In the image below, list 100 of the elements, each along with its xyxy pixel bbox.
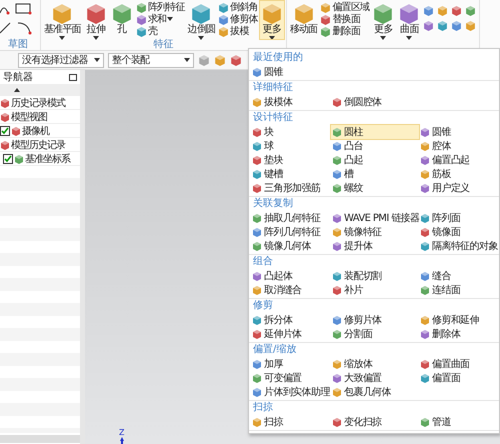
tree-item[interactable]: 模型视图 <box>0 110 80 124</box>
menu-item[interactable]: 取消缝合 <box>251 283 331 297</box>
menu-item[interactable]: 抽取几何特征 <box>251 211 331 225</box>
tree-item[interactable]: 历史记录模式 <box>0 96 80 110</box>
menu-item[interactable]: 阵列面 <box>419 211 497 225</box>
menu-item[interactable]: 大致偏置 <box>331 371 419 385</box>
ribbon-button[interactable]: 曲面 <box>397 1 422 39</box>
menu-item[interactable]: 凸台 <box>331 139 419 153</box>
section-heading: 修剪 <box>252 299 274 313</box>
menu-item[interactable]: 延伸片体 <box>251 327 331 341</box>
cube-icon <box>420 227 430 237</box>
ribbon-small-button[interactable]: 删除面 <box>320 25 370 37</box>
cube-icon <box>252 155 262 165</box>
cube-icon <box>136 14 147 24</box>
menu-item[interactable]: 包裹几何体 <box>331 385 419 399</box>
section-heading: 组合 <box>252 255 274 269</box>
menu-item[interactable]: 提升体 <box>331 239 419 253</box>
caret-icon <box>94 58 100 62</box>
menu-item[interactable]: 加厚 <box>251 357 331 371</box>
axis-label: Z <box>119 429 124 437</box>
menu-item[interactable]: 阵列几何特征 <box>251 225 331 239</box>
ribbon-button[interactable]: 基准平面 <box>43 1 82 39</box>
menu-item[interactable]: 凸起 <box>331 153 419 167</box>
menu-item[interactable]: 偏置曲面 <box>419 357 497 371</box>
ribbon-button[interactable]: 边倒圆 <box>186 1 216 39</box>
menu-item[interactable]: 拔模体 <box>251 95 331 109</box>
caret-icon <box>406 36 412 40</box>
menu-item[interactable]: 分割面 <box>331 327 419 341</box>
cube-icon <box>420 285 430 295</box>
cube-icon <box>420 141 430 151</box>
tree-item[interactable]: 模型历史记录 <box>0 138 80 152</box>
caret-icon <box>198 36 204 40</box>
ribbon-small-button[interactable]: 拔模 <box>218 25 258 37</box>
cube-icon <box>332 373 342 383</box>
scrollbar[interactable] <box>0 435 80 443</box>
menu-item[interactable]: 镜像面 <box>419 225 497 239</box>
menu-item[interactable]: 隔离特征的对象 <box>419 239 497 253</box>
menu-item[interactable]: 筋板 <box>419 167 497 181</box>
cube-icon <box>252 315 262 325</box>
menu-item[interactable]: 用户定义 <box>419 181 497 195</box>
menu-item[interactable]: 凸起体 <box>251 269 331 283</box>
sort-arrow-icon[interactable] <box>14 88 20 92</box>
menu-item[interactable]: 圆锥 <box>251 65 331 79</box>
menu-item[interactable]: 偏置面 <box>419 371 497 385</box>
scope-dropdown[interactable]: 整个装配 <box>108 52 194 68</box>
menu-item[interactable]: 槽 <box>331 167 419 181</box>
menu-item[interactable]: 螺纹 <box>331 181 419 195</box>
checkbox[interactable] <box>3 154 13 164</box>
maximize-icon[interactable] <box>69 74 77 80</box>
ribbon-button[interactable]: 移动面 <box>288 1 318 39</box>
menu-item[interactable]: 可变偏置 <box>251 371 331 385</box>
ribbon-small-button[interactable]: 求和 <box>136 13 185 25</box>
cube-icon <box>420 183 430 193</box>
cube-icon <box>420 417 430 427</box>
ribbon-button[interactable]: 孔 <box>110 1 134 39</box>
menu-item[interactable]: 缩放体 <box>331 357 419 371</box>
menu-item[interactable]: 偏置凸起 <box>419 153 497 167</box>
menu-item[interactable]: WAVE PMI 链接器 <box>331 211 419 225</box>
menu-item[interactable]: 垫块 <box>251 153 331 167</box>
ribbon-small-button[interactable]: 替换面 <box>320 13 370 25</box>
cube-icon <box>218 14 230 24</box>
filter-dropdown[interactable]: 没有选择过滤器 <box>18 52 104 68</box>
menu-item[interactable]: 连结面 <box>419 283 497 297</box>
checkbox[interactable] <box>0 126 10 136</box>
cube-icon <box>332 227 342 237</box>
ribbon-button[interactable]: 拉伸 <box>84 1 108 39</box>
menu-item[interactable]: 键槽 <box>251 167 331 181</box>
menu-item[interactable]: 扫掠 <box>251 415 331 429</box>
ribbon-small-button[interactable]: 壳 <box>136 25 185 37</box>
ribbon-button[interactable]: 更多 <box>371 1 396 39</box>
menu-item[interactable]: 球 <box>251 139 331 153</box>
menu-item[interactable]: 镜像特征 <box>331 225 419 239</box>
menu-item[interactable]: 缝合 <box>419 269 497 283</box>
menu-item[interactable]: 圆锥 <box>419 125 497 139</box>
menu-item[interactable]: 圆柱 <box>331 125 419 139</box>
tree-item[interactable]: 摄像机 <box>0 124 80 138</box>
menu-item[interactable]: 三角形加强筋 <box>251 181 331 195</box>
menu-item[interactable]: 块 <box>251 125 331 139</box>
menu-item[interactable]: 删除体 <box>419 327 497 341</box>
cube-icon <box>252 97 262 107</box>
caret-icon <box>268 36 275 40</box>
menu-item[interactable]: 倒圆腔体 <box>331 95 419 109</box>
cube-icon <box>320 14 332 24</box>
ribbon-button[interactable]: 更多 <box>260 1 284 39</box>
section-heading: 偏置/缩放 <box>252 343 298 357</box>
menu-item[interactable]: 装配切割 <box>331 269 419 283</box>
menu-item[interactable]: 管道 <box>419 415 497 429</box>
ribbon-small-button[interactable]: 倒斜角 <box>218 1 258 13</box>
menu-item[interactable]: 变化扫掠 <box>331 415 419 429</box>
menu-item[interactable]: 修剪和延伸 <box>419 313 497 327</box>
menu-item[interactable]: 修剪片体 <box>331 313 419 327</box>
ribbon-small-button[interactable]: 阵列特征 <box>136 1 185 13</box>
menu-item[interactable]: 腔体 <box>419 139 497 153</box>
cube-icon <box>420 329 430 339</box>
ribbon-small-button[interactable]: 修剪体 <box>218 13 258 25</box>
ribbon-small-button[interactable]: 偏置区域 <box>320 1 370 13</box>
menu-item[interactable]: 镜像几何体 <box>251 239 331 253</box>
menu-item[interactable]: 拆分体 <box>251 313 331 327</box>
menu-item[interactable]: 补片 <box>331 283 419 297</box>
menu-item[interactable]: 片体到实体助理 <box>251 385 331 399</box>
